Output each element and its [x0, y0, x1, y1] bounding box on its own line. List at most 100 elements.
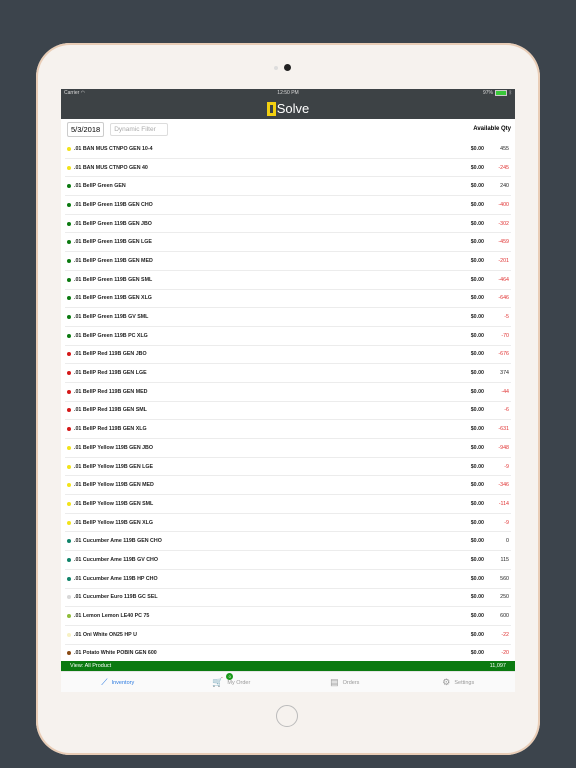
- list-item[interactable]: .01 BellP Red 119B GEN MED $0.00 -44: [65, 383, 511, 402]
- tab-label: Orders: [342, 679, 360, 686]
- battery-percent: 97%: [482, 90, 493, 96]
- item-qty: 0: [506, 538, 509, 545]
- item-price: $0.00: [470, 556, 484, 563]
- item-name: .01 BellP Yellow 119B GEN MED: [74, 482, 154, 489]
- item-name: .01 BellP Green 119B GEN MED: [74, 257, 153, 264]
- list-item[interactable]: .01 BellP Yellow 119B GEN LGE $0.00 -9: [65, 458, 511, 477]
- list-item[interactable]: .01 BellP Green 119B GEN CHO $0.00 -400: [65, 196, 511, 215]
- item-qty: -245: [498, 164, 509, 171]
- tab-settings[interactable]: ⚙ Settings: [402, 672, 516, 692]
- item-qty: -948: [498, 444, 509, 451]
- tab-label: Inventory: [111, 679, 135, 686]
- date-picker[interactable]: 5/3/2018: [67, 122, 105, 137]
- item-price: $0.00: [470, 332, 484, 339]
- item-name: .01 BellP Red 119B GEN LGE: [74, 370, 147, 377]
- status-dot-icon: [67, 614, 71, 619]
- item-qty: -346: [498, 482, 509, 489]
- list-item[interactable]: .01 BellP Green 119B PC XLG $0.00 -70: [65, 327, 511, 346]
- list-item[interactable]: .01 BAN MUS CTNPO GEN 10-4 $0.00 455: [65, 140, 511, 159]
- item-price: $0.00: [470, 426, 484, 433]
- status-dot-icon: [67, 221, 71, 226]
- dynamic-filter-input[interactable]: Dynamic Filter: [110, 123, 169, 136]
- item-price: $0.00: [470, 444, 484, 451]
- item-name: .01 BAN MUS CTNPO GEN 40: [74, 164, 148, 171]
- list-item[interactable]: .01 BellP Green 119B GEN LGE $0.00 -459: [65, 233, 511, 253]
- status-dot-icon: [67, 539, 71, 544]
- list-item[interactable]: .01 BellP Red 119B GEN LGE $0.00 374: [65, 364, 511, 383]
- item-qty: -5: [504, 314, 509, 321]
- tab-my-order[interactable]: 🛒 0 My Order: [175, 672, 289, 692]
- item-qty: -70: [501, 332, 509, 339]
- status-dot-icon: [67, 427, 71, 432]
- gear-icon: ⚙: [442, 677, 451, 687]
- item-qty: -114: [498, 500, 509, 507]
- item-price: $0.00: [470, 145, 484, 152]
- item-name: .01 BellP Red 119B GEN SML: [74, 407, 147, 414]
- list-item[interactable]: .01 BellP Green 119B GEN MED $0.00 -201: [65, 252, 511, 271]
- status-dot-icon: [67, 371, 71, 376]
- item-name: .01 BellP Yellow 119B GEN XLG: [74, 519, 154, 526]
- status-dot-icon: [67, 333, 71, 338]
- status-dot-icon: [67, 576, 71, 581]
- list-item[interactable]: .01 BellP Yellow 119B GEN XLG $0.00 -9: [65, 514, 511, 533]
- list-item[interactable]: .01 BellP Green 119B GEN JBO $0.00 -302: [65, 215, 511, 234]
- item-price: $0.00: [470, 538, 484, 545]
- list-item[interactable]: .01 Cucumber Ame 119B HP CHO $0.00 560: [65, 570, 511, 589]
- view-label: View: All Product: [70, 663, 112, 669]
- list-item[interactable]: .01 Cucumber Euro 119B GC SEL $0.00 250: [65, 589, 511, 608]
- document-icon: ▤: [330, 677, 339, 687]
- item-qty: 240: [500, 183, 509, 190]
- status-dot-icon: [67, 632, 71, 637]
- list-item[interactable]: .01 BellP Green 119B GEN SML $0.00 -464: [65, 271, 511, 290]
- list-item[interactable]: .01 BellP Red 119B GEN XLG $0.00 -631: [65, 420, 511, 439]
- item-qty: -20: [501, 650, 509, 657]
- list-item[interactable]: .01 Lemon Lemon LE40 PC 75 $0.00 600: [65, 607, 511, 626]
- item-qty: -9: [504, 519, 509, 526]
- item-name: .01 BellP Green 119B GEN JBO: [74, 220, 152, 227]
- item-qty: -22: [501, 631, 509, 638]
- item-name: .01 BellP Yellow 119B GEN SML: [74, 500, 154, 507]
- list-item[interactable]: .01 Cucumber Ame 119B GEN CHO $0.00 0: [65, 532, 511, 552]
- tab-orders[interactable]: ▤ Orders: [288, 672, 402, 692]
- list-item[interactable]: .01 Cucumber Ame 119B GV CHO $0.00 115: [65, 551, 511, 570]
- status-dot-icon: [67, 277, 71, 282]
- camera: [284, 64, 291, 71]
- list-item[interactable]: .01 BAN MUS CTNPO GEN 40 $0.00 -245: [65, 159, 511, 178]
- item-qty: -646: [498, 295, 509, 302]
- list-item[interactable]: .01 BellP Yellow 119B GEN SML $0.00 -114: [65, 495, 511, 514]
- tab-inventory[interactable]: ⟋ Inventory: [61, 672, 175, 692]
- tab-bar: ⟋ Inventory 🛒 0 My Order ▤ Orders ⚙ Settings: [61, 671, 515, 692]
- item-price: $0.00: [470, 220, 484, 227]
- item-name: .01 Potato White POBIN GEN 600: [74, 650, 157, 657]
- status-dot-icon: [67, 184, 71, 189]
- item-qty: -201: [498, 257, 509, 264]
- list-item[interactable]: .01 BellP Red 119B GEN JBO $0.00 -676: [65, 346, 511, 365]
- item-qty: 455: [500, 145, 509, 152]
- home-button[interactable]: [276, 705, 298, 727]
- sensor-dot: [274, 66, 278, 70]
- item-price: $0.00: [470, 239, 484, 246]
- list-item[interactable]: .01 BellP Green 119B GV SML $0.00 -5: [65, 308, 511, 327]
- item-qty: 600: [500, 613, 509, 620]
- item-name: .01 BellP Green GEN: [74, 183, 126, 190]
- tab-label: Settings: [454, 679, 475, 686]
- item-name: .01 BellP Yellow 119B GEN JBO: [74, 444, 154, 451]
- list-item[interactable]: .01 Oni White ON25 HP U $0.00 -22: [65, 626, 511, 645]
- list-item[interactable]: .01 BellP Green GEN $0.00 240: [65, 177, 511, 197]
- list-item[interactable]: .01 BellP Yellow 119B GEN MED $0.00 -346: [65, 476, 511, 496]
- status-dot-icon: [67, 315, 71, 320]
- status-dot-icon: [67, 389, 71, 394]
- item-price: $0.00: [470, 201, 484, 208]
- list-item[interactable]: .01 BellP Green 119B GEN XLG $0.00 -646: [65, 290, 511, 309]
- item-qty: -302: [498, 220, 509, 227]
- status-dot-icon: [67, 352, 71, 357]
- item-price: $0.00: [470, 276, 484, 283]
- item-price: $0.00: [470, 500, 484, 507]
- item-name: .01 BellP Yellow 119B GEN LGE: [74, 463, 154, 470]
- list-item[interactable]: .01 BellP Yellow 119B GEN JBO $0.00 -948: [65, 439, 511, 458]
- view-bar[interactable]: View: All Product 11,097: [61, 661, 515, 671]
- list-item[interactable]: .01 BellP Red 119B GEN SML $0.00 -6: [65, 402, 511, 421]
- item-price: $0.00: [470, 613, 484, 620]
- item-price: $0.00: [470, 631, 484, 638]
- status-dot-icon: [67, 464, 71, 469]
